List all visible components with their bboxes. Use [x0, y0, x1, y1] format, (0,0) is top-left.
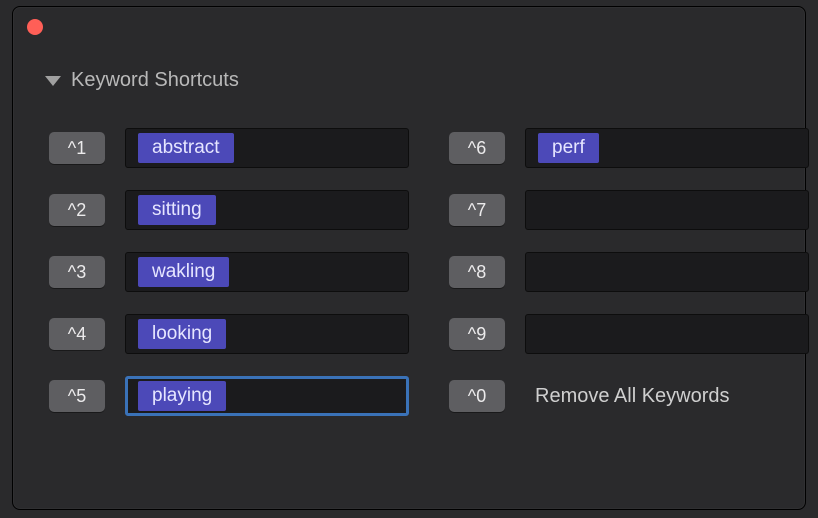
- shortcut-key-0[interactable]: ^0: [449, 380, 505, 412]
- keyword-tag[interactable]: abstract: [138, 133, 234, 163]
- keyword-field-4[interactable]: looking: [125, 314, 409, 354]
- keyword-field-6[interactable]: perf: [525, 128, 809, 168]
- keyword-field-8[interactable]: [525, 252, 809, 292]
- keyword-field-1[interactable]: abstract: [125, 128, 409, 168]
- shortcut-key-5[interactable]: ^5: [49, 380, 105, 412]
- keyword-shortcuts-panel: Keyword Shortcuts ^1 abstract ^6 perf ^2: [12, 6, 806, 510]
- keyword-tag[interactable]: sitting: [138, 195, 216, 225]
- keyword-tag[interactable]: wakling: [138, 257, 229, 287]
- shortcut-row-8: ^8: [449, 252, 809, 292]
- shortcut-row-7: ^7: [449, 190, 809, 230]
- remove-all-keywords-label[interactable]: Remove All Keywords: [535, 385, 730, 408]
- shortcut-row-2: ^2 sitting: [49, 190, 409, 230]
- keyword-field-7[interactable]: [525, 190, 809, 230]
- shortcut-key-2[interactable]: ^2: [49, 194, 105, 226]
- keyword-field-5[interactable]: playing: [125, 376, 409, 416]
- shortcut-row-4: ^4 looking: [49, 314, 409, 354]
- shortcut-row-0: ^0 Remove All Keywords: [449, 376, 809, 416]
- shortcut-key-9[interactable]: ^9: [449, 318, 505, 350]
- shortcut-key-4[interactable]: ^4: [49, 318, 105, 350]
- keyword-tag[interactable]: looking: [138, 319, 226, 349]
- keyword-tag[interactable]: perf: [538, 133, 599, 163]
- shortcut-key-6[interactable]: ^6: [449, 132, 505, 164]
- shortcut-key-7[interactable]: ^7: [449, 194, 505, 226]
- shortcuts-grid: ^1 abstract ^6 perf ^2 sitting ^: [49, 128, 805, 416]
- keyword-tag[interactable]: playing: [138, 381, 226, 411]
- section-header[interactable]: Keyword Shortcuts: [41, 69, 805, 92]
- shortcut-row-1: ^1 abstract: [49, 128, 409, 168]
- shortcut-row-6: ^6 perf: [449, 128, 809, 168]
- close-icon[interactable]: [27, 19, 43, 35]
- keyword-field-2[interactable]: sitting: [125, 190, 409, 230]
- keyword-field-9[interactable]: [525, 314, 809, 354]
- shortcut-key-8[interactable]: ^8: [449, 256, 505, 288]
- disclosure-triangle-icon[interactable]: [45, 76, 61, 86]
- shortcut-key-3[interactable]: ^3: [49, 256, 105, 288]
- keyword-field-3[interactable]: wakling: [125, 252, 409, 292]
- title-bar: [13, 7, 805, 47]
- shortcut-row-3: ^3 wakling: [49, 252, 409, 292]
- shortcut-key-1[interactable]: ^1: [49, 132, 105, 164]
- section-title: Keyword Shortcuts: [71, 69, 239, 92]
- shortcut-row-5: ^5 playing: [49, 376, 409, 416]
- shortcut-row-9: ^9: [449, 314, 809, 354]
